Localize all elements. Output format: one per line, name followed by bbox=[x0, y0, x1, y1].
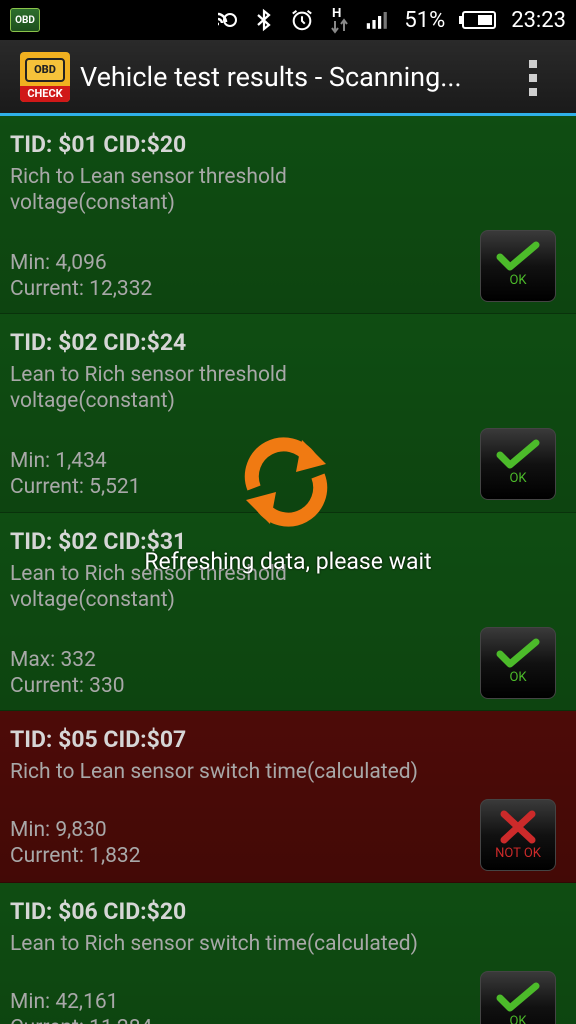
status-label: OK bbox=[509, 471, 527, 486]
list-item[interactable]: TID: $02 CID:$24 Lean to Rich sensor thr… bbox=[0, 314, 576, 513]
test-id: TID: $02 CID:$24 bbox=[10, 329, 187, 356]
engine-icon: OBD bbox=[25, 57, 65, 82]
test-values: Min: 42,161 Current: 11,284 bbox=[10, 989, 152, 1024]
battery-percent: 51% bbox=[404, 7, 446, 33]
limit-value: Min: 1,434 bbox=[10, 449, 107, 473]
status-badge: OK bbox=[480, 428, 556, 500]
test-values: Min: 4,096 Current: 12,332 bbox=[10, 250, 152, 302]
test-description: Lean to Rich sensor threshold voltage(co… bbox=[10, 562, 287, 612]
test-values: Min: 1,434 Current: 5,521 bbox=[10, 448, 141, 500]
list-item[interactable]: TID: $06 CID:$20 Lean to Rich sensor swi… bbox=[0, 883, 576, 1024]
overflow-menu-icon[interactable] bbox=[528, 60, 538, 96]
status-label: NOT OK bbox=[495, 846, 541, 861]
test-id: TID: $06 CID:$20 bbox=[10, 898, 187, 925]
limit-value: Min: 4,096 bbox=[10, 251, 107, 275]
cross-icon bbox=[500, 810, 536, 844]
current-value: Current: 330 bbox=[10, 674, 125, 698]
status-badge: OK bbox=[480, 627, 556, 699]
list-item[interactable]: TID: $02 CID:$31 Lean to Rich sensor thr… bbox=[0, 513, 576, 711]
current-value: Current: 5,521 bbox=[10, 475, 141, 499]
test-values: Min: 9,830 Current: 1,832 bbox=[10, 817, 141, 869]
test-id: TID: $01 CID:$20 bbox=[10, 131, 187, 158]
nfc-icon bbox=[214, 8, 238, 32]
limit-value: Max: 332 bbox=[10, 648, 96, 672]
checkmark-icon bbox=[496, 241, 540, 271]
alarm-icon bbox=[290, 8, 314, 32]
obd-check-logo: OBD CHECK bbox=[20, 51, 70, 102]
hplus-data-icon: H bbox=[328, 5, 352, 34]
limit-value: Min: 9,830 bbox=[10, 818, 107, 842]
status-badge: OK bbox=[480, 971, 556, 1024]
bluetooth-icon bbox=[252, 8, 276, 32]
checkmark-icon bbox=[496, 638, 540, 668]
test-description: Lean to Rich sensor switch time(calculat… bbox=[10, 932, 418, 956]
page-title: Vehicle test results - Scanning... bbox=[80, 60, 462, 93]
app-bar: OBD CHECK Vehicle test results - Scannin… bbox=[0, 40, 576, 116]
current-value: Current: 11,284 bbox=[10, 1015, 152, 1024]
list-item[interactable]: TID: $05 CID:$07 Rich to Lean sensor swi… bbox=[0, 711, 576, 883]
status-bar: OBD H 51% 23:23 bbox=[0, 0, 576, 40]
checkmark-icon bbox=[496, 439, 540, 469]
status-badge: OK bbox=[480, 230, 556, 302]
status-badge: NOT OK bbox=[480, 799, 556, 871]
test-description: Lean to Rich sensor threshold voltage(co… bbox=[10, 363, 287, 413]
checkmark-icon bbox=[496, 982, 540, 1012]
status-label: OK bbox=[509, 273, 527, 288]
obd-icon: OBD bbox=[10, 8, 40, 32]
current-value: Current: 12,332 bbox=[10, 277, 153, 301]
test-id: TID: $02 CID:$31 bbox=[10, 528, 187, 555]
logo-check-label: CHECK bbox=[20, 85, 70, 102]
status-label: OK bbox=[509, 670, 527, 685]
limit-value: Min: 42,161 bbox=[10, 990, 119, 1014]
current-value: Current: 1,832 bbox=[10, 844, 141, 868]
test-description: Rich to Lean sensor threshold voltage(co… bbox=[10, 165, 287, 215]
signal-icon bbox=[366, 8, 390, 32]
battery-icon bbox=[459, 8, 497, 32]
clock: 23:23 bbox=[511, 7, 566, 33]
test-results-list[interactable]: TID: $01 CID:$20 Rich to Lean sensor thr… bbox=[0, 116, 576, 1024]
status-label: OK bbox=[509, 1014, 527, 1024]
test-values: Max: 332 Current: 330 bbox=[10, 647, 125, 699]
list-item[interactable]: TID: $01 CID:$20 Rich to Lean sensor thr… bbox=[0, 116, 576, 314]
svg-text:H: H bbox=[332, 5, 341, 20]
test-id: TID: $05 CID:$07 bbox=[10, 726, 187, 753]
test-description: Rich to Lean sensor switch time(calculat… bbox=[10, 760, 418, 784]
